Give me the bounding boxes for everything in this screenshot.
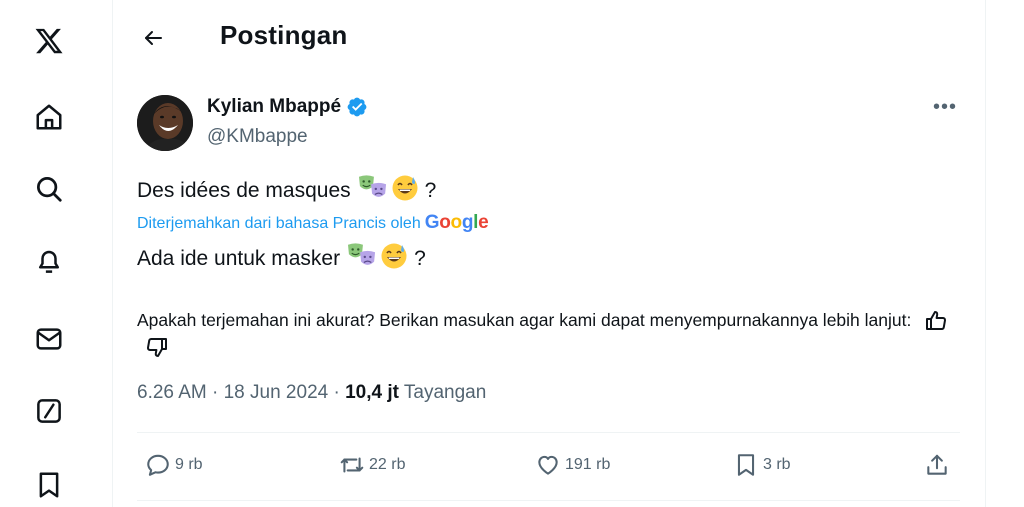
home-icon[interactable]	[30, 98, 68, 136]
heart-icon	[538, 455, 558, 475]
performing-arts-icon	[346, 242, 378, 276]
page-title: Postingan	[220, 20, 348, 50]
reply-button[interactable]: 9 rb	[145, 452, 203, 478]
x-logo-icon[interactable]	[30, 22, 68, 60]
action-bar: 9 rb 22 rb 191 rb 3 rb	[137, 448, 960, 488]
column-divider-left	[112, 0, 113, 507]
meta-separator: ·	[333, 382, 340, 403]
google-logo: Google	[424, 212, 489, 233]
performing-arts-icon	[357, 174, 389, 208]
reply-icon	[147, 454, 169, 476]
grok-slash-icon[interactable]	[30, 392, 68, 430]
like-button[interactable]: 191 rb	[535, 452, 610, 478]
repost-count: 22 rb	[369, 456, 406, 473]
views-label: Tayangan	[403, 382, 487, 403]
translation-attribution[interactable]: Diterjemahkan dari bahasa Prancis oleh G…	[137, 212, 489, 234]
original-suffix: ?	[424, 179, 437, 202]
author-handle[interactable]: @KMbappe	[207, 126, 308, 148]
like-count: 191 rb	[565, 456, 611, 473]
original-text-body: Des idées de masques	[137, 179, 351, 202]
bookmark-icon[interactable]	[30, 466, 68, 504]
share-icon	[927, 454, 947, 475]
meta-separator: ·	[212, 382, 219, 403]
feedback-text: Apakah terjemahan ini akurat? Berikan ma…	[137, 310, 912, 330]
translated-suffix: ?	[414, 247, 426, 270]
arrow-left-icon	[145, 31, 162, 45]
thumbs-up-icon[interactable]	[924, 309, 948, 333]
notifications-bell-icon[interactable]	[30, 242, 68, 280]
translated-text: Ada ide untuk masker ?	[137, 242, 426, 276]
left-nav	[0, 0, 112, 507]
grinning-sweat-icon	[391, 174, 419, 208]
verified-badge-icon	[347, 97, 367, 117]
more-options-button[interactable]: •••	[927, 92, 963, 122]
post-meta: 6.26 AM · 18 Jun 2024 · 10,4 jt Tayangan	[137, 382, 486, 404]
translation-label: Diterjemahkan dari bahasa Prancis oleh	[137, 215, 421, 232]
search-icon[interactable]	[30, 170, 68, 208]
divider-top	[137, 432, 960, 433]
views-count: 10,4 jt	[345, 382, 399, 403]
column-divider-right	[985, 0, 986, 507]
grinning-sweat-icon	[380, 242, 408, 276]
thumbs-down-icon[interactable]	[145, 335, 169, 359]
share-button[interactable]	[924, 452, 950, 478]
post-time[interactable]: 6.26 AM	[137, 382, 207, 403]
author-name-text: Kylian Mbappé	[207, 96, 342, 117]
translated-text-body: Ada ide untuk masker	[137, 247, 341, 270]
divider-bottom	[137, 500, 960, 501]
translation-feedback: Apakah terjemahan ini akurat? Berikan ma…	[137, 308, 960, 359]
more-dots-icon: •••	[932, 95, 957, 118]
bookmark-count: 3 rb	[763, 456, 791, 473]
original-text: Des idées de masques ?	[137, 174, 436, 208]
messages-mail-icon[interactable]	[30, 320, 68, 358]
repost-icon	[340, 457, 364, 473]
page-header: Postingan	[113, 0, 985, 76]
post-date[interactable]: 18 Jun 2024	[224, 382, 329, 403]
avatar[interactable]	[137, 95, 193, 151]
reply-count: 9 rb	[175, 456, 203, 473]
back-button[interactable]	[135, 20, 171, 56]
repost-button[interactable]: 22 rb	[339, 452, 405, 478]
author-name[interactable]: Kylian Mbappé	[207, 96, 368, 118]
bookmark-icon	[737, 454, 755, 476]
bookmark-button[interactable]: 3 rb	[733, 452, 791, 478]
